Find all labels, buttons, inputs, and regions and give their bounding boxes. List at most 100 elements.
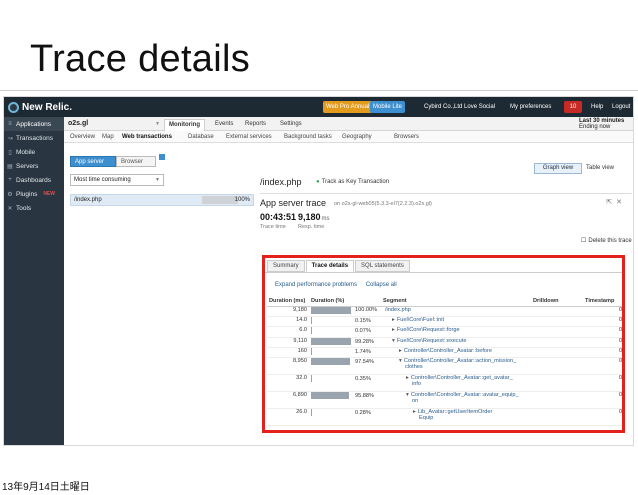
share-icon[interactable]: ⇱✕: [606, 198, 626, 206]
segment-cell[interactable]: ▾ Fuel\Core\Request::execute: [381, 337, 531, 349]
expand-performance-problems-link[interactable]: Expand performance problems: [275, 282, 357, 288]
duration-bar: [311, 348, 312, 356]
subtab-overview[interactable]: Overview: [70, 132, 95, 142]
subtab-external-services[interactable]: External services: [226, 132, 272, 142]
duration-bar: [311, 375, 312, 383]
expanded-arrow-icon[interactable]: ▾: [392, 338, 395, 344]
sidebar-item-servers[interactable]: ▤ Servers: [4, 159, 64, 173]
segment-cell[interactable]: ▸ Fuel\Core\Fuel::init: [381, 316, 531, 328]
timestamp-cell: 0.000: [583, 306, 622, 317]
graph-view-button[interactable]: Graph view: [534, 163, 582, 174]
table-row[interactable]: 26.0 0.28% ▸ Lib_Avatar::getUserItemOrder Eq…: [267, 408, 622, 427]
sidebar-item-tools[interactable]: ✕ Tools: [4, 201, 64, 215]
duration-pct-value: 1.74%: [355, 349, 371, 356]
table-row[interactable]: 6.0 0.07% ▸Fuel\Core\Request::forge 0.016: [267, 326, 622, 338]
help-icon[interactable]: [159, 154, 165, 160]
new-badge: NEW: [43, 191, 55, 197]
transaction-list-item[interactable]: /index.php 100%: [70, 194, 254, 206]
table-row[interactable]: 9,180 100.00% /index.php 0.000: [267, 306, 622, 317]
col-drilldown[interactable]: Drilldown: [531, 296, 583, 307]
logout-link[interactable]: Logout: [612, 101, 630, 113]
col-duration-ms[interactable]: Duration (ms): [267, 296, 309, 307]
segment-name: /index.php: [385, 306, 411, 313]
web-pro-annual-button[interactable]: Web Pro Annual: [323, 101, 373, 113]
col-timestamp[interactable]: Timestamp: [583, 296, 622, 307]
preferences-menu[interactable]: My preferences: [510, 101, 551, 113]
tab-events[interactable]: Events: [211, 119, 237, 131]
sidebar-item-label: Plugins: [16, 190, 38, 198]
app-name: o2s.gl: [68, 120, 89, 127]
browser-toggle[interactable]: Browser: [116, 156, 156, 167]
col-duration-pct[interactable]: Duration (%): [309, 296, 381, 307]
transaction-title: /index.php: [260, 177, 302, 187]
subtab-geography[interactable]: Geography: [342, 132, 372, 142]
tools-icon: ✕: [7, 205, 13, 212]
tab-sql-statements[interactable]: SQL statements: [355, 260, 410, 272]
track-key-transaction-link[interactable]: Track as Key Transaction: [316, 179, 389, 185]
collapsed-arrow-icon[interactable]: ▸: [399, 348, 402, 354]
timestamp-cell: 0.215: [583, 391, 622, 410]
time-range-picker[interactable]: Last 30 minutes Ending now: [579, 118, 629, 130]
segment-cell[interactable]: ▸ Controller\Controller_Avatar::before: [381, 347, 531, 359]
segment-cell[interactable]: ▸ Lib_Avatar::getUserItemOrder Equip: [381, 408, 531, 427]
sidebar-item-transactions[interactable]: ↝ Transactions: [4, 131, 64, 145]
slide-title: Trace details: [30, 38, 251, 80]
subtab-map[interactable]: Map: [102, 132, 114, 142]
duration-pct-value: 95.88%: [355, 393, 374, 400]
segment-cell[interactable]: ▸ Fuel\Core\Request::forge: [381, 326, 531, 338]
segment-cell[interactable]: ▸ Controller\Controller_Avatar::get_avata…: [381, 374, 531, 393]
subtab-background-tasks[interactable]: Background tasks: [284, 132, 332, 142]
tab-reports[interactable]: Reports: [241, 119, 270, 131]
timestamp-cell: 0.183: [583, 357, 622, 376]
subtab-web-transactions[interactable]: Web transactions: [122, 132, 172, 142]
duration-pct-cell: 95.88%: [309, 391, 381, 410]
segment-cell[interactable]: ▾ Controller\Controller_Avatar::avatar_eq…: [381, 391, 531, 410]
segment-name: Fuel\Core\Fuel::init: [396, 316, 445, 323]
tabs-divider: [265, 272, 622, 273]
chevron-down-icon: ▼: [155, 177, 160, 183]
collapsed-arrow-icon[interactable]: ▸: [392, 317, 395, 323]
table-view-button[interactable]: Table view: [586, 163, 614, 174]
app-selector[interactable]: o2s.gl ▼: [68, 119, 162, 129]
delete-trace-checkbox[interactable]: Delete this trace: [581, 237, 631, 244]
resp-time-unit: ms: [321, 216, 330, 222]
sidebar-item-dashboards[interactable]: + Dashboards: [4, 173, 64, 187]
duration-bar-track: [311, 348, 353, 356]
transaction-name: /index.php: [74, 197, 102, 203]
plugins-icon: ⚙: [7, 191, 13, 198]
tab-monitoring[interactable]: Monitoring: [164, 119, 205, 131]
segment-cell[interactable]: /index.php: [381, 306, 531, 317]
duration-ms-cell: 26.0: [267, 408, 309, 427]
applications-icon: ≡: [8, 121, 12, 127]
table-row[interactable]: 32.0 0.35% ▸ Controller\Controller_Avatar::…: [267, 374, 622, 393]
duration-pct-value: 0.15%: [355, 317, 371, 324]
drilldown-cell: [531, 347, 583, 359]
tab-summary[interactable]: Summary: [267, 260, 305, 272]
new-relic-logo[interactable]: New Relic.: [8, 100, 72, 114]
tab-settings[interactable]: Settings: [276, 119, 306, 131]
app-server-toggle[interactable]: App server: [70, 156, 116, 167]
notification-count-badge[interactable]: 10: [564, 101, 582, 113]
mobile-lite-button[interactable]: Mobile Lite: [370, 101, 406, 113]
sidebar-item-plugins[interactable]: ⚙ Plugins NEW: [4, 187, 64, 201]
subtab-browsers[interactable]: Browsers: [394, 132, 419, 142]
col-segment[interactable]: Segment: [381, 296, 531, 307]
segment-cell[interactable]: ▾ Controller\Controller_Avatar::action_mi…: [381, 357, 531, 376]
trace-table: Duration (ms) Duration (%) Segment Drill…: [267, 296, 622, 427]
sidebar-item-mobile[interactable]: ▯ Mobile: [4, 145, 64, 159]
tab-trace-details[interactable]: Trace details: [305, 260, 355, 272]
table-row[interactable]: 14.0 0.15% ▸Fuel\Core\Fuel::init 0.002: [267, 316, 622, 328]
table-row[interactable]: 9,110 99.28% ▾ Fuel\Core\Request::execute 0.…: [267, 337, 622, 349]
sidebar-item-applications[interactable]: ≡ Applications: [4, 117, 64, 131]
table-row[interactable]: 6,890 95.88% ▾ Controller\Controller_Avatar…: [267, 391, 622, 410]
timestamp-cell: 0.022: [583, 337, 622, 349]
account-menu[interactable]: Cybird Co.,Ltd Love Social: [424, 101, 495, 113]
collapse-all-link[interactable]: Collapse all: [366, 282, 397, 288]
duration-pct-value: 0.35%: [355, 376, 371, 383]
sort-select[interactable]: Most time consuming ▼: [70, 174, 164, 186]
help-link[interactable]: Help: [591, 101, 603, 113]
table-row[interactable]: 8,950 97.54% ▾ Controller\Controller_Avatar…: [267, 357, 622, 376]
collapsed-arrow-icon[interactable]: ▸: [392, 327, 395, 333]
subtab-database[interactable]: Database: [188, 132, 214, 142]
table-row[interactable]: 160 1.74% ▸ Controller\Controller_Avatar::b…: [267, 347, 622, 359]
